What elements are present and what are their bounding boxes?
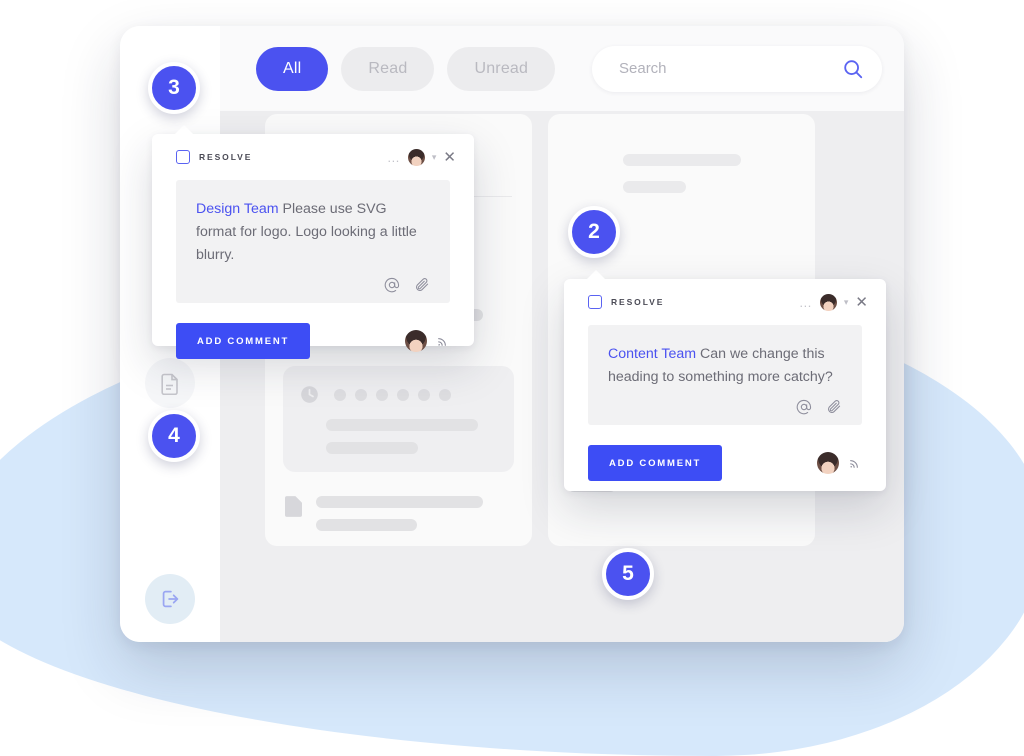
resolve-label[interactable]: RESOLVE: [611, 297, 664, 307]
resolve-label[interactable]: RESOLVE: [199, 152, 252, 162]
comment-popover-design-team[interactable]: RESOLVE … ▾ ✕ Design Team Please use SVG…: [152, 125, 474, 359]
resolve-checkbox[interactable]: [176, 150, 190, 164]
attachment-icon[interactable]: [826, 399, 842, 415]
skeleton-line: [316, 519, 417, 531]
add-comment-button[interactable]: ADD COMMENT: [176, 323, 311, 359]
ellipsis-icon[interactable]: …: [387, 150, 401, 165]
skeleton-line: [623, 181, 686, 193]
comment-text: Design Team Please use SVG format for lo…: [196, 198, 430, 267]
mention-icon[interactable]: [384, 277, 400, 293]
search-icon[interactable]: [842, 58, 864, 80]
search-bar[interactable]: [592, 45, 882, 92]
card-right-top: [548, 114, 815, 193]
skeleton-dots: [334, 388, 451, 401]
comment-tools: [196, 277, 430, 293]
step-badge-2[interactable]: 2: [568, 206, 620, 258]
avatar[interactable]: [819, 293, 837, 311]
skeleton-line: [326, 442, 418, 454]
step-badge-3[interactable]: 3: [148, 62, 200, 114]
popover-header: RESOLVE … ▾ ✕: [152, 134, 474, 180]
popover-header: RESOLVE … ▾ ✕: [564, 279, 886, 325]
search-input[interactable]: [617, 59, 842, 78]
chevron-down-icon[interactable]: ▾: [844, 297, 849, 308]
skeleton-line: [316, 496, 483, 508]
broadcast-icon[interactable]: [848, 456, 862, 470]
document-section: [265, 472, 532, 531]
mention-tag[interactable]: Content Team: [608, 346, 696, 362]
tab-read[interactable]: Read: [341, 46, 435, 91]
tab-all[interactable]: All: [256, 46, 329, 91]
add-comment-button[interactable]: ADD COMMENT: [588, 445, 723, 481]
sidebar-item-logout[interactable]: [145, 574, 195, 624]
comment-body: Design Team Please use SVG format for lo…: [176, 180, 450, 303]
comment-text: Content Team Can we change this heading …: [608, 343, 842, 389]
sidebar-item-documents[interactable]: [145, 358, 195, 408]
comment-popover-content-team[interactable]: RESOLVE … ▾ ✕ Content Team Can we change…: [564, 270, 886, 491]
close-icon[interactable]: ✕: [443, 150, 456, 165]
logout-icon: [159, 588, 181, 610]
popover-tail: [174, 125, 194, 135]
file-icon: [285, 496, 302, 517]
document-icon: [160, 372, 181, 395]
clock-section: [283, 366, 514, 472]
mention-icon[interactable]: [796, 399, 812, 415]
popover-footer: ADD COMMENT: [152, 303, 474, 359]
ellipsis-icon[interactable]: …: [799, 295, 813, 310]
filter-tabs: All Read Unread: [256, 46, 556, 91]
popover-tail: [586, 270, 606, 280]
resolve-checkbox[interactable]: [588, 295, 602, 309]
comment-tools: [608, 399, 842, 415]
chevron-down-icon[interactable]: ▾: [432, 152, 437, 163]
popover-footer: ADD COMMENT: [564, 425, 886, 481]
attachment-icon[interactable]: [414, 277, 430, 293]
close-icon[interactable]: ✕: [855, 295, 868, 310]
topbar: All Read Unread: [220, 26, 904, 111]
clock-icon: [299, 384, 320, 405]
broadcast-icon[interactable]: [436, 334, 450, 348]
comment-body: Content Team Can we change this heading …: [588, 325, 862, 425]
mention-tag[interactable]: Design Team: [196, 201, 279, 217]
avatar[interactable]: [405, 330, 427, 352]
step-badge-5[interactable]: 5: [602, 548, 654, 600]
skeleton-line: [326, 419, 478, 431]
avatar[interactable]: [407, 148, 425, 166]
skeleton-line: [623, 154, 741, 166]
avatar[interactable]: [817, 452, 839, 474]
step-badge-4[interactable]: 4: [148, 410, 200, 462]
tab-unread[interactable]: Unread: [447, 46, 556, 91]
